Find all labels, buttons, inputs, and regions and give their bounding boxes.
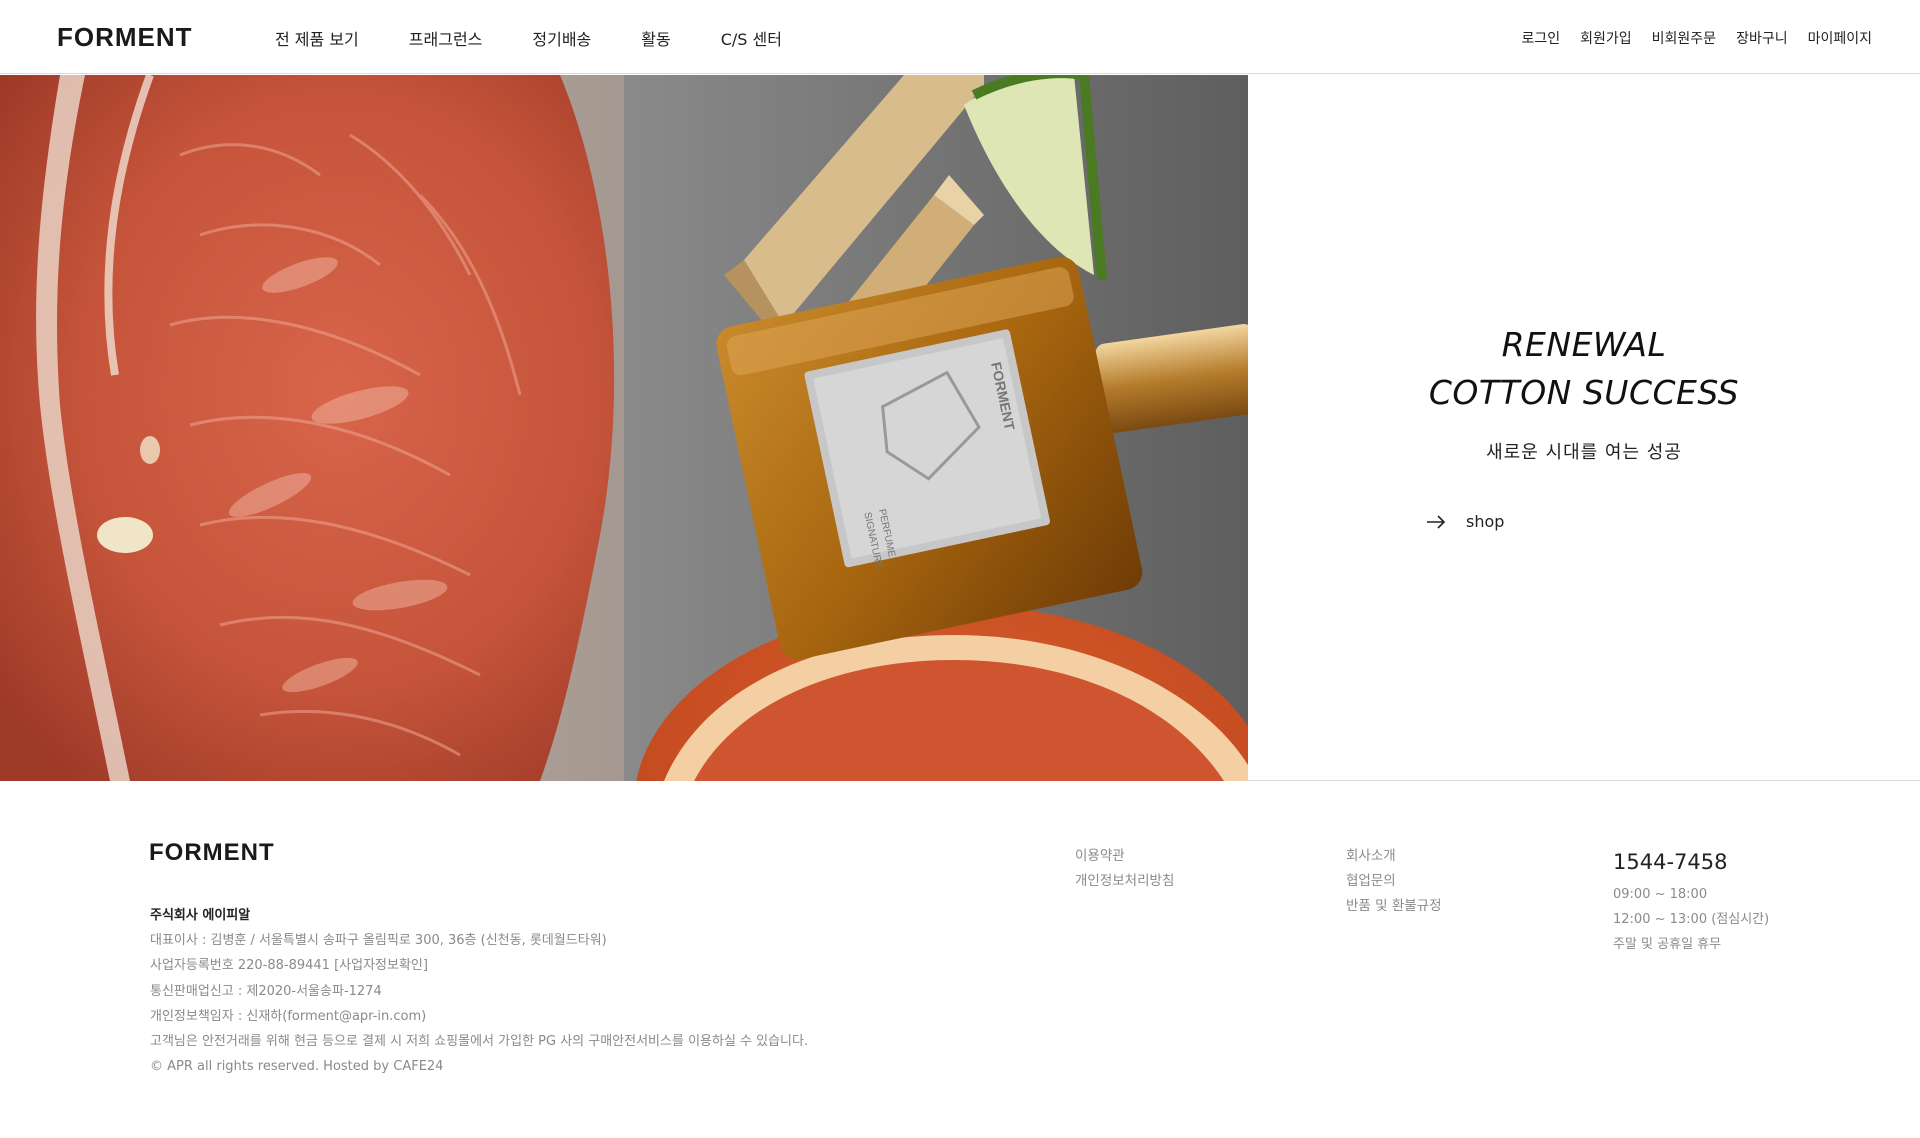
nav-fragrance[interactable]: 프래그런스 <box>409 26 483 50</box>
cs-hours: 09:00 ~ 18:00 <box>1613 887 1708 902</box>
main-nav: 전 제품 보기 프래그런스 정기배송 활동 C/S 센터 <box>275 26 832 50</box>
site-header: FORMENT 전 제품 보기 프래그런스 정기배송 활동 C/S 센터 로그인… <box>0 0 1920 74</box>
arrow-right-icon <box>1427 514 1446 529</box>
nav-cs-center[interactable]: C/S 센터 <box>721 26 782 50</box>
hero-banner: FORMENT SIGNATURE PERFUME RENEWAL COTTON… <box>0 75 1920 781</box>
footer-links-policy: 이용약관 개인정보처리방침 <box>1075 844 1174 894</box>
shop-label: shop <box>1466 512 1505 531</box>
hero-subtitle: 새로운 시대를 여는 성공 <box>1486 442 1682 463</box>
cs-holiday-notice: 주말 및 공휴일 휴무 <box>1613 937 1722 952</box>
company-info-business-number[interactable]: 사업자등록번호 220-88-89441 [사업자정보확인] <box>150 953 808 978</box>
cs-lunch-hours: 12:00 ~ 13:00 (점심시간) <box>1613 912 1770 927</box>
mypage-link[interactable]: 마이페이지 <box>1808 28 1872 48</box>
copyright: © APR all rights reserved. Hosted by CAF… <box>150 1059 444 1075</box>
company-info: 대표이사 : 김병훈 / 서울특별시 송파구 올림픽로 300, 36층 (신천… <box>150 928 808 1080</box>
about-link[interactable]: 회사소개 <box>1346 844 1442 869</box>
signup-link[interactable]: 회원가입 <box>1580 28 1632 48</box>
utility-nav: 로그인 회원가입 비회원주문 장바구니 마이페이지 <box>1501 28 1872 48</box>
cart-link[interactable]: 장바구니 <box>1736 28 1788 48</box>
hero-text-panel: RENEWAL COTTON SUCCESS 새로운 시대를 여는 성공 sho… <box>1248 75 1920 781</box>
company-info-ceo-address: 대표이사 : 김병훈 / 서울특별시 송파구 올림픽로 300, 36층 (신천… <box>150 933 607 948</box>
hero-title-line2: COTTON SUCCESS <box>1428 373 1740 412</box>
cs-phone: 1544-7458 <box>1613 850 1728 874</box>
partnership-link[interactable]: 협업문의 <box>1346 869 1442 894</box>
guest-order-link[interactable]: 비회원주문 <box>1652 28 1716 48</box>
cs-info: 1544-7458 09:00 ~ 18:00 12:00 ~ 13:00 (점… <box>1613 850 1769 957</box>
terms-link[interactable]: 이용약관 <box>1075 844 1174 869</box>
company-info-escrow: 고객님은 안전거래를 위해 현금 등으로 결제 시 저희 쇼핑몰에서 가입한 P… <box>150 1034 809 1050</box>
shop-button[interactable]: shop <box>1426 512 1504 531</box>
site-footer: FORMENT 주식회사 에이피알 대표이사 : 김병훈 / 서울특별시 송파구… <box>0 782 1920 1138</box>
nav-all-products[interactable]: 전 제품 보기 <box>275 26 359 50</box>
footer-links-company: 회사소개 협업문의 반품 및 환불규정 <box>1346 844 1442 919</box>
login-link[interactable]: 로그인 <box>1521 28 1560 48</box>
nav-activities[interactable]: 활동 <box>641 26 670 50</box>
refund-policy-link[interactable]: 반품 및 환불규정 <box>1346 894 1442 919</box>
privacy-policy-link[interactable]: 개인정보처리방침 <box>1075 869 1174 894</box>
company-name: 주식회사 에이피알 <box>150 908 251 923</box>
nav-subscription[interactable]: 정기배송 <box>532 26 591 50</box>
perfume-bottle-image: FORMENT SIGNATURE PERFUME <box>624 75 1248 781</box>
company-info-privacy-officer: 개인정보책임자 : 신재하(forment@apr-in.com) <box>150 1008 427 1024</box>
footer-logo: FORMENT <box>149 839 275 866</box>
company-info-mail-order: 통신판매업신고 : 제2020-서울송파-1274 <box>150 983 382 999</box>
site-logo[interactable]: FORMENT <box>57 22 193 53</box>
hero-title-line1: RENEWAL <box>1501 325 1667 364</box>
grapefruit-image <box>0 75 624 781</box>
